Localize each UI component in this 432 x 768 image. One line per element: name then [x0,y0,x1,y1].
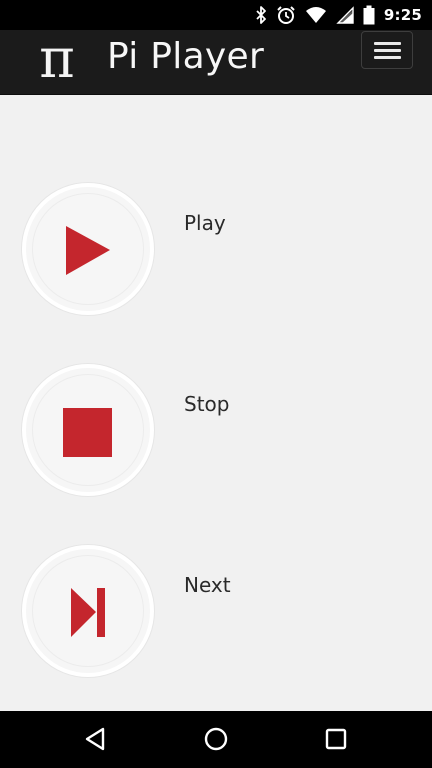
menu-button[interactable] [361,31,413,69]
alarm-icon [276,5,296,25]
status-time: 9:25 [383,6,422,24]
play-button[interactable] [22,183,154,315]
app-title[interactable]: Pi Player [107,32,264,82]
skip-next-icon [71,588,105,637]
recents-button[interactable] [306,711,366,768]
home-icon [204,727,228,751]
stop-label[interactable]: Stop [184,392,229,416]
screen: 9:25 π Pi Player Play Stop Next [0,0,432,768]
play-control: Play [0,183,432,323]
app-header: π Pi Player [0,30,432,95]
recents-icon [325,728,347,750]
signal-icon [336,6,354,24]
status-icons: 9:25 [255,0,422,30]
next-label[interactable]: Next [184,573,231,597]
status-bar: 9:25 [0,0,432,30]
next-button[interactable] [22,545,154,677]
stop-icon [63,408,112,457]
stop-button[interactable] [22,364,154,496]
bluetooth-icon [255,6,267,24]
wifi-icon [305,6,327,24]
play-label[interactable]: Play [184,211,226,235]
battery-icon [363,5,375,25]
nav-bar [0,711,432,768]
back-button[interactable] [66,711,126,768]
next-control: Next [0,545,432,685]
play-icon [66,226,110,275]
back-icon [85,727,105,751]
pi-logo[interactable]: π [32,32,82,86]
stop-control: Stop [0,364,432,504]
home-button[interactable] [186,711,246,768]
